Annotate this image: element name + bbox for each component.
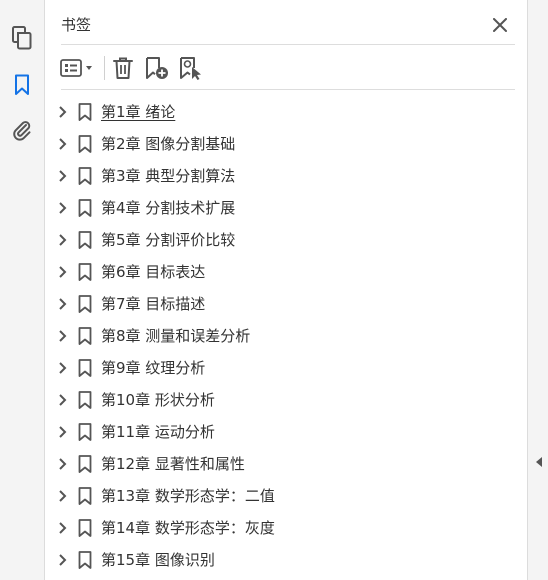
bookmark-icon [78, 423, 92, 441]
bookmark-label[interactable]: 第14章 数学形态学：灰度 [101, 519, 275, 537]
bookmark-item[interactable]: 第3章 典型分割算法 [45, 160, 527, 192]
new-bookmark-icon [146, 57, 168, 79]
chevron-right-icon[interactable] [57, 106, 69, 118]
bookmark-icon [78, 167, 92, 185]
chevron-right-icon[interactable] [57, 330, 69, 342]
bookmark-label[interactable]: 第15章 图像识别 [101, 551, 215, 569]
bookmark-icon [78, 391, 92, 409]
delete-bookmark-button[interactable] [111, 55, 135, 81]
bookmark-from-selection-icon [180, 57, 201, 80]
bookmarks-panel: 书签 第1章 绪论 第2章 图像分割基础 第3章 典型分割算法 第4章 分割技术… [45, 0, 527, 580]
chevron-right-icon[interactable] [57, 458, 69, 470]
bookmark-label[interactable]: 第2章 图像分割基础 [101, 135, 235, 153]
bookmark-item[interactable]: 第5章 分割评价比较 [45, 224, 527, 256]
toolbar-divider [61, 89, 515, 90]
bookmark-icon [78, 135, 92, 153]
bookmark-icon [78, 327, 92, 345]
chevron-right-icon[interactable] [57, 362, 69, 374]
options-menu-icon [60, 59, 92, 77]
chevron-right-icon[interactable] [57, 426, 69, 438]
bookmark-item[interactable]: 第10章 形状分析 [45, 384, 527, 416]
pages-icon[interactable] [10, 26, 34, 50]
bookmark-icon [78, 199, 92, 217]
bookmark-label[interactable]: 第13章 数学形态学：二值 [101, 487, 275, 505]
title-divider [61, 44, 515, 45]
delete-icon [113, 57, 133, 79]
collapse-panel-arrow-icon[interactable] [534, 456, 544, 468]
bookmark-item[interactable]: 第9章 纹理分析 [45, 352, 527, 384]
bookmark-label[interactable]: 第11章 运动分析 [101, 423, 215, 441]
bookmark-item[interactable]: 第15章 图像识别 [45, 544, 527, 576]
bookmark-item[interactable]: 第7章 目标描述 [45, 288, 527, 320]
bookmark-label[interactable]: 第7章 目标描述 [101, 295, 205, 313]
bookmark-label[interactable]: 第4章 分割技术扩展 [101, 199, 235, 217]
bookmark-label[interactable]: 第3章 典型分割算法 [101, 167, 235, 185]
bookmark-label[interactable]: 第12章 显著性和属性 [101, 455, 245, 473]
bookmark-icon [78, 295, 92, 313]
bookmark-icon [78, 455, 92, 473]
toolbar-separator [104, 56, 105, 80]
collapse-strip [527, 0, 548, 580]
chevron-right-icon[interactable] [57, 490, 69, 502]
bookmark-item[interactable]: 第4章 分割技术扩展 [45, 192, 527, 224]
bookmark-label[interactable]: 第6章 目标表达 [101, 263, 205, 281]
bookmark-item[interactable]: 第8章 测量和误差分析 [45, 320, 527, 352]
chevron-right-icon[interactable] [57, 266, 69, 278]
close-panel-button[interactable] [488, 13, 512, 37]
bookmark-item[interactable]: 第1章 绪论 [45, 96, 527, 128]
new-bookmark-button[interactable] [144, 55, 170, 81]
bookmark-item[interactable]: 第6章 目标表达 [45, 256, 527, 288]
bookmark-icon [78, 231, 92, 249]
chevron-right-icon[interactable] [57, 170, 69, 182]
bookmark-item[interactable]: 第13章 数学形态学：二值 [45, 480, 527, 512]
bookmark-icon [78, 487, 92, 505]
bookmark-tree: 第1章 绪论 第2章 图像分割基础 第3章 典型分割算法 第4章 分割技术扩展 … [45, 96, 527, 576]
bookmark-label[interactable]: 第8章 测量和误差分析 [101, 327, 250, 345]
bookmark-item[interactable]: 第2章 图像分割基础 [45, 128, 527, 160]
bookmark-icon [78, 263, 92, 281]
chevron-right-icon[interactable] [57, 554, 69, 566]
bookmark-icon[interactable] [10, 73, 34, 97]
attachment-icon[interactable] [10, 118, 34, 142]
chevron-right-icon[interactable] [57, 522, 69, 534]
bookmark-label[interactable]: 第5章 分割评价比较 [101, 231, 235, 249]
bookmark-from-selection-button[interactable] [178, 55, 204, 81]
close-icon [493, 18, 507, 32]
chevron-right-icon[interactable] [57, 138, 69, 150]
bookmark-item[interactable]: 第11章 运动分析 [45, 416, 527, 448]
options-menu-button[interactable] [59, 55, 97, 81]
bookmark-item[interactable]: 第12章 显著性和属性 [45, 448, 527, 480]
bookmark-icon [78, 103, 92, 121]
bookmark-label[interactable]: 第1章 绪论 [101, 103, 175, 121]
panel-title: 书签 [61, 16, 92, 34]
bookmark-label[interactable]: 第9章 纹理分析 [101, 359, 205, 377]
chevron-right-icon[interactable] [57, 202, 69, 214]
bookmark-icon [78, 519, 92, 537]
bookmark-label[interactable]: 第10章 形状分析 [101, 391, 215, 409]
bookmark-item[interactable]: 第14章 数学形态学：灰度 [45, 512, 527, 544]
chevron-right-icon[interactable] [57, 394, 69, 406]
bookmark-icon [78, 359, 92, 377]
bookmark-icon [78, 551, 92, 569]
navigation-rail [0, 0, 45, 580]
chevron-right-icon[interactable] [57, 298, 69, 310]
chevron-right-icon[interactable] [57, 234, 69, 246]
